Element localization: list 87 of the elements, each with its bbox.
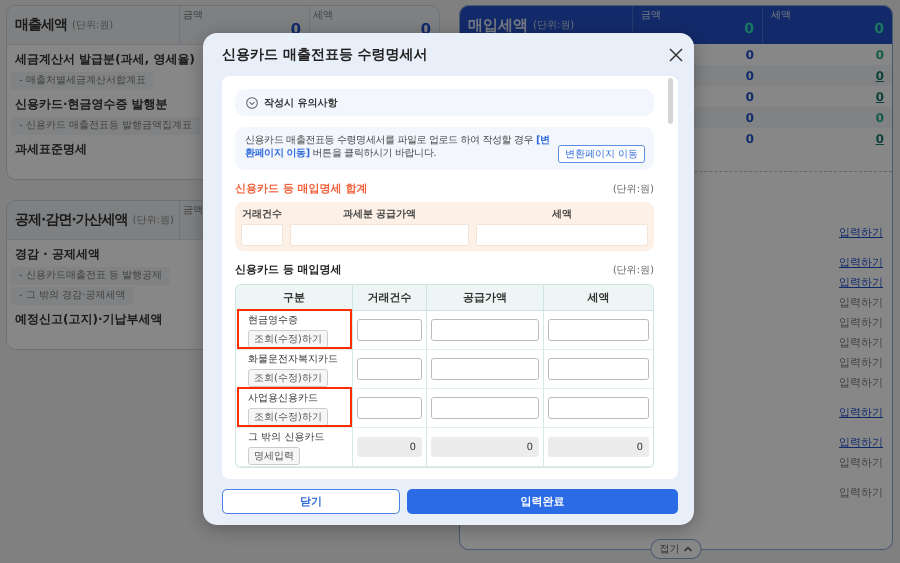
unit-label: (단위:원) xyxy=(132,214,174,227)
column-header: 구분 xyxy=(236,285,352,311)
submit-button[interactable]: 입력완료 xyxy=(407,489,678,514)
column-header: 금액 xyxy=(183,204,203,217)
close-icon[interactable] xyxy=(669,48,683,62)
column-header: 거래건수 xyxy=(352,285,426,311)
input-link[interactable]: 입력하기 xyxy=(839,294,883,310)
input-field[interactable] xyxy=(431,319,539,341)
sub-row-label: - 신용카드매출전표 등 발행공제 xyxy=(11,267,170,285)
lookup-button[interactable]: 조회(수정)하기 xyxy=(248,369,328,387)
column-header: 금액 xyxy=(183,9,203,22)
input-field[interactable] xyxy=(431,397,539,419)
column-header: 세액 xyxy=(313,9,333,22)
input-link[interactable]: 입력하기 xyxy=(839,334,883,350)
field-label: 세액 xyxy=(550,208,573,221)
amount-value: 0 xyxy=(746,132,755,146)
input-link[interactable]: 입력하기 xyxy=(839,454,883,470)
input-field[interactable] xyxy=(357,319,422,341)
notice-text: 신용카드 매출전표등 수령명세서를 파일로 업로드 하여 작성할 경우 [변환페이지 이동] 버튼을 클릭하시기 바랍니다. xyxy=(245,134,550,160)
section-title: 신용카드 등 매입명세 합계 xyxy=(235,181,368,196)
row-label: 현금영수증 xyxy=(248,314,298,327)
input-link[interactable]: 입력하기 xyxy=(839,404,883,420)
input-field[interactable] xyxy=(548,319,649,341)
scrollbar[interactable] xyxy=(668,78,673,124)
row-label: 예정신고(고지)·기납부세액 xyxy=(14,311,164,328)
sub-row-label: - 신용카드 매출전표등 발행금액집계표 xyxy=(11,117,200,135)
column-header: 세액 xyxy=(543,285,653,311)
input-link[interactable]: 입력하기 xyxy=(839,484,883,500)
row-label: 세금계산서 발급분(과세, 영세율) xyxy=(14,51,196,68)
input-field[interactable] xyxy=(548,358,649,380)
field-label: 과세분 공급가액 xyxy=(342,208,418,221)
column-header: 세액 xyxy=(771,9,791,22)
input-link[interactable]: 입력하기 xyxy=(839,254,883,270)
chevron-circle-icon xyxy=(246,96,258,108)
input-link[interactable]: 입력하기 xyxy=(839,354,883,370)
notes-toggle[interactable]: 작성시 유의사항 xyxy=(235,89,654,116)
panel-title: 매출세액 xyxy=(15,16,67,34)
section-title: 신용카드 등 매입명세 xyxy=(235,262,342,277)
amount-value: 0 xyxy=(746,68,755,82)
panel-title: 매입세액 xyxy=(468,16,528,34)
row-label: 신용카드·현금영수증 발행분 xyxy=(14,96,169,113)
readonly-field: 0 xyxy=(357,437,422,457)
convert-page-button[interactable]: 변환페이지 이동 xyxy=(558,145,645,163)
lookup-button[interactable]: 조회(수정)하기 xyxy=(248,408,328,426)
amount-value: 0 xyxy=(746,110,755,124)
panel-title: 공제·감면·가산세액 xyxy=(15,211,128,229)
sub-row-label: - 그 밖의 경감·공제세액 xyxy=(11,287,134,305)
input-link[interactable]: 입력하기 xyxy=(839,314,883,330)
toggle-label: 작성시 유의사항 xyxy=(264,96,338,110)
input-link[interactable]: 입력하기 xyxy=(839,374,883,390)
tax-link[interactable]: 0 xyxy=(876,90,892,104)
lookup-button[interactable]: 명세입력 xyxy=(248,447,300,465)
total-value: 0 xyxy=(744,22,754,37)
sub-row-label: - 매출처별세금계산서합계표 xyxy=(11,72,154,90)
input-field[interactable] xyxy=(357,397,422,419)
unit-label: (단위:원) xyxy=(612,264,654,276)
lookup-button[interactable]: 조회(수정)하기 xyxy=(248,330,328,348)
tax-link[interactable]: 0 xyxy=(876,132,892,146)
input-link[interactable]: 입력하기 xyxy=(839,434,883,450)
column-header: 금액 xyxy=(641,9,661,22)
tax-value: 0 xyxy=(876,48,885,62)
input-field[interactable] xyxy=(357,358,422,380)
unit-label: (단위:원) xyxy=(72,19,114,32)
unit-label: (단위:원) xyxy=(533,19,574,32)
row-label: 화물운전자복지카드 xyxy=(248,353,338,366)
row-label: 과세표준명세 xyxy=(14,141,88,158)
readonly-field: 0 xyxy=(548,437,649,457)
dialog-title: 신용카드 매출전표등 수령명세서 xyxy=(222,46,428,64)
field-label: 거래건수 xyxy=(241,208,283,221)
input-field[interactable] xyxy=(431,358,539,380)
input-link[interactable]: 입력하기 xyxy=(839,224,883,240)
column-header: 공급가액 xyxy=(426,285,543,311)
input-link[interactable]: 입력하기 xyxy=(839,274,883,290)
unit-label: (단위:원) xyxy=(612,182,654,196)
tax-link[interactable]: 0 xyxy=(876,68,892,82)
readonly-field: 0 xyxy=(431,437,539,457)
caret-up-icon xyxy=(684,546,692,552)
row-label: 경감 · 공제세액 xyxy=(14,246,101,263)
row-label: 사업용신용카드 xyxy=(248,392,318,405)
tax-value: 0 xyxy=(876,110,885,124)
amount-value: 0 xyxy=(746,48,755,62)
row-label: 그 밖의 신용카드 xyxy=(248,431,324,444)
input-field[interactable] xyxy=(548,397,649,419)
collapse-button[interactable]: 접기 xyxy=(650,539,702,559)
total-value: 0 xyxy=(874,22,884,37)
amount-value: 0 xyxy=(746,90,755,104)
close-button[interactable]: 닫기 xyxy=(222,489,400,514)
